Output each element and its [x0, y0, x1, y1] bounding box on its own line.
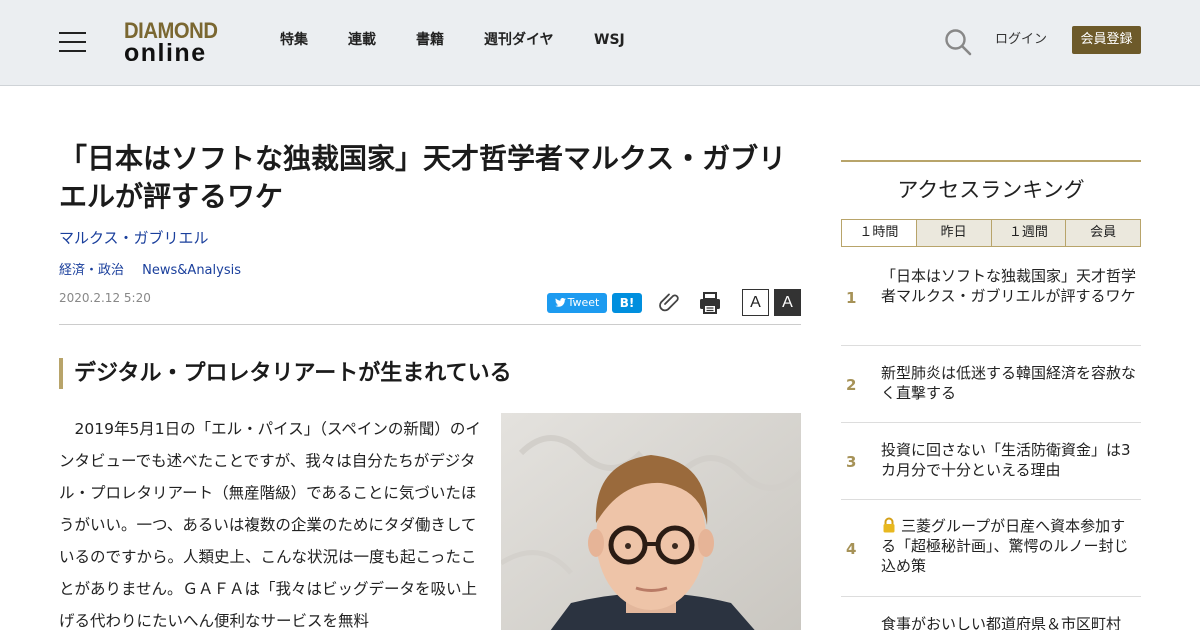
- section-heading: デジタル・プロレタリアートが生まれている: [59, 358, 801, 389]
- ranking-item[interactable]: 5 食事がおいしい都道府県＆市区町村: [841, 597, 1141, 630]
- rank-number: 4: [846, 540, 857, 558]
- author-photo: [501, 413, 801, 630]
- tab-yesterday[interactable]: 昨日: [915, 220, 991, 246]
- site-logo[interactable]: DIAMOND online: [124, 20, 228, 67]
- nav-item-books[interactable]: 書籍: [416, 31, 444, 49]
- portrait-image: [501, 413, 801, 630]
- tab-1hour[interactable]: １時間: [842, 220, 916, 246]
- nav-item-feature[interactable]: 特集: [280, 31, 308, 49]
- ranking-tabs: １時間 昨日 １週間 会員: [841, 219, 1141, 247]
- rank-title-text: 三菱グループが日産へ資本参加する「超極秘計画」、驚愕のルノー封じ込め策: [881, 517, 1129, 575]
- publish-date: 2020.2.12 5:20: [59, 291, 151, 305]
- login-link[interactable]: ログイン: [995, 31, 1047, 49]
- rank-title[interactable]: 投資に回さない「生活防衛資金」は3カ月分で十分といえる理由: [881, 440, 1139, 480]
- ranking-rule: [841, 160, 1141, 162]
- logo-bottom-text: online: [124, 39, 207, 67]
- tab-members[interactable]: 会員: [1065, 220, 1140, 246]
- ranking-item[interactable]: 1 「日本はソフトな独裁国家」天才哲学者マルクス・ガブリエルが評するワケ: [841, 257, 1141, 346]
- tag-news-analysis[interactable]: News&Analysis: [142, 263, 241, 278]
- nav-item-wsj[interactable]: WSJ: [594, 31, 625, 49]
- print-icon[interactable]: [698, 291, 722, 315]
- nav-item-series[interactable]: 連載: [348, 31, 376, 49]
- font-size-large-button[interactable]: A: [774, 289, 801, 316]
- tab-1week[interactable]: １週間: [990, 220, 1066, 246]
- rank-title[interactable]: 「日本はソフトな独裁国家」天才哲学者マルクス・ガブリエルが評するワケ: [881, 266, 1139, 306]
- search-icon[interactable]: [944, 28, 972, 56]
- ranking-item[interactable]: 3 投資に回さない「生活防衛資金」は3カ月分で十分といえる理由: [841, 423, 1141, 500]
- ranking-item[interactable]: 4 三菱グループが日産へ資本参加する「超極秘計画」、驚愕のルノー封じ込め策: [841, 500, 1141, 597]
- article-body: 2019年5月1日の「エル・パイス」（スペインの新聞）のインタビューでも述べたこ…: [59, 420, 481, 630]
- ranking-item[interactable]: 2 新型肺炎は低迷する韓国経済を容赦なく直撃する: [841, 346, 1141, 423]
- rank-title[interactable]: 食事がおいしい都道府県＆市区町村: [881, 614, 1139, 630]
- rank-number: 1: [846, 289, 857, 307]
- ranking-title: アクセスランキング: [897, 178, 1085, 202]
- register-button[interactable]: 会員登録: [1072, 26, 1141, 54]
- article-title: 「日本はソフトな独裁国家」天才哲学者マルクス・ガブリエルが評するワケ: [59, 142, 787, 213]
- rank-number: 2: [846, 376, 857, 394]
- tweet-button[interactable]: Tweet: [547, 293, 607, 313]
- article-tags: 経済・政治 News&Analysis: [59, 262, 255, 280]
- article-divider: [59, 324, 801, 325]
- nav-item-weekly[interactable]: 週刊ダイヤ: [484, 31, 554, 49]
- twitter-bird-icon: [554, 297, 566, 307]
- clip-icon[interactable]: [658, 290, 682, 314]
- hatena-bookmark-button[interactable]: B!: [612, 293, 642, 313]
- tag-economy-politics[interactable]: 経済・政治: [59, 263, 124, 278]
- rank-title[interactable]: 新型肺炎は低迷する韓国経済を容赦なく直撃する: [881, 363, 1139, 403]
- author-link[interactable]: マルクス・ガブリエル: [59, 228, 209, 248]
- menu-icon[interactable]: [59, 32, 86, 52]
- font-size-small-button[interactable]: A: [742, 289, 769, 316]
- lock-icon: [883, 517, 895, 533]
- site-header: DIAMOND online 特集 連載 書籍 週刊ダイヤ WSJ ログイン 会…: [0, 0, 1200, 86]
- tweet-label: Tweet: [567, 296, 600, 309]
- rank-title[interactable]: 三菱グループが日産へ資本参加する「超極秘計画」、驚愕のルノー封じ込め策: [881, 516, 1139, 576]
- rank-number: 3: [846, 453, 857, 471]
